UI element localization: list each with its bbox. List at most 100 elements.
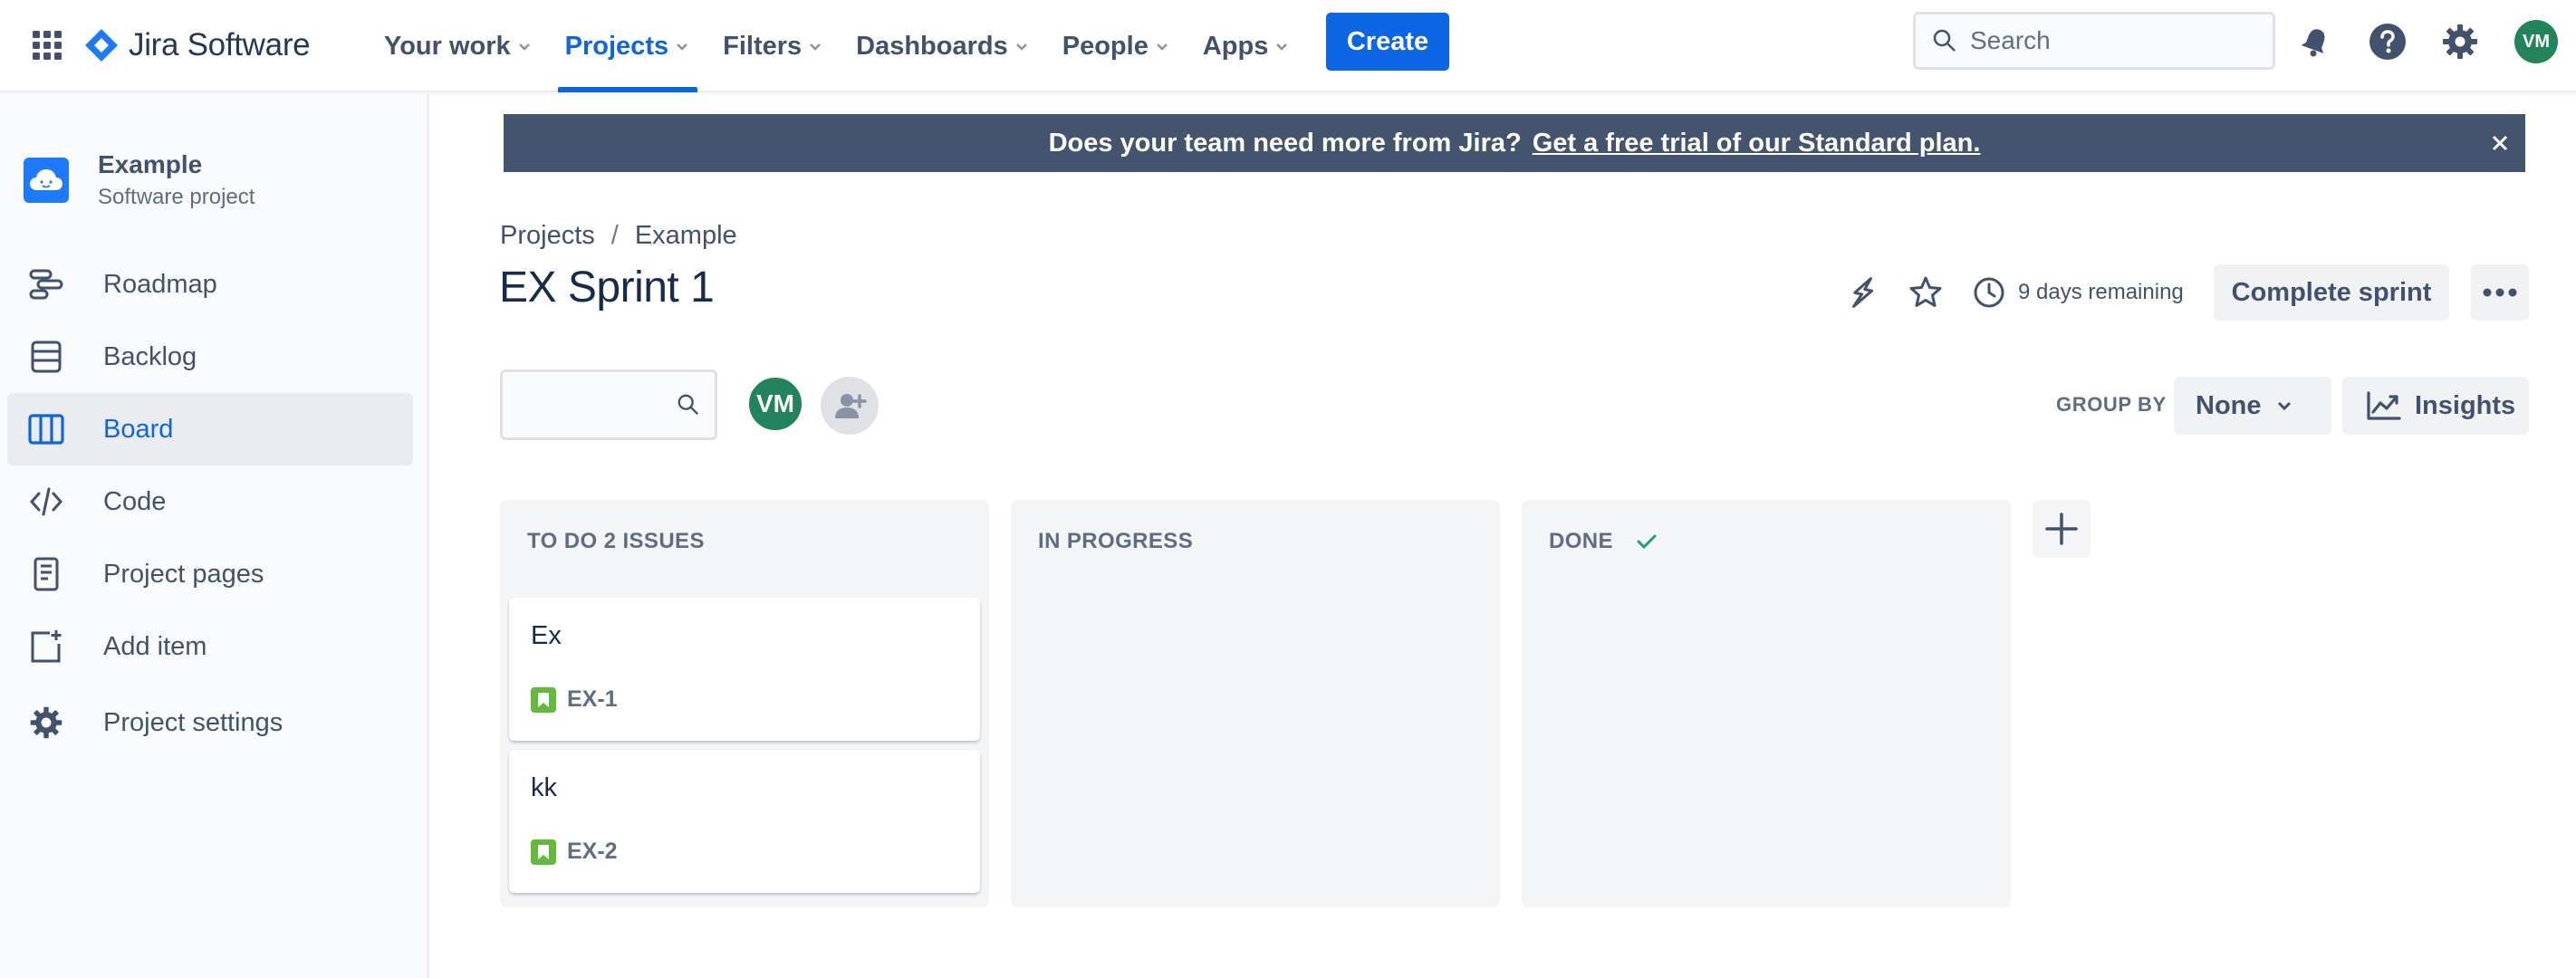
add-person-icon xyxy=(835,394,867,418)
sidebar-item-project-settings[interactable]: Project settings xyxy=(7,686,413,759)
issue-key[interactable]: EX-2 xyxy=(567,839,618,865)
chevron-down-icon xyxy=(810,43,822,51)
sidebar-item-add-item[interactable]: Add item xyxy=(7,610,413,683)
insights-chart-icon xyxy=(2367,391,2401,420)
project-cloud-icon xyxy=(24,158,69,203)
plus-icon xyxy=(2045,513,2078,545)
project-sidebar: Example Software project Roadmap Backlog xyxy=(0,94,429,978)
close-icon[interactable] xyxy=(2487,130,2513,156)
nav-filters[interactable]: Filters xyxy=(712,0,834,92)
column-header: IN PROGRESS xyxy=(1038,529,1193,554)
story-icon xyxy=(531,839,556,865)
nav-projects[interactable]: Projects xyxy=(554,0,701,92)
sidebar-item-label: Roadmap xyxy=(103,269,217,299)
search-icon xyxy=(678,394,699,416)
sidebar-item-roadmap[interactable]: Roadmap xyxy=(7,248,413,321)
nav-dashboards[interactable]: Dashboards xyxy=(845,0,1041,92)
roadmap-icon xyxy=(27,265,65,303)
issue-card[interactable]: Ex EX-1 xyxy=(509,598,980,741)
insights-button[interactable]: Insights xyxy=(2342,377,2529,435)
group-by-value: None xyxy=(2196,390,2262,420)
settings-icon[interactable] xyxy=(2438,20,2482,63)
column-header: TO DO 2 ISSUES xyxy=(527,529,705,554)
sidebar-item-label: Backlog xyxy=(103,341,197,371)
sidebar-item-backlog[interactable]: Backlog xyxy=(7,321,413,393)
search-icon xyxy=(1933,29,1956,52)
project-header[interactable]: Example Software project xyxy=(24,150,255,210)
breadcrumb-example[interactable]: Example xyxy=(635,221,737,251)
days-remaining: 9 days remaining xyxy=(2018,280,2184,304)
issue-summary: kk xyxy=(531,773,557,802)
pages-icon xyxy=(27,555,65,593)
sidebar-item-label: Project settings xyxy=(103,707,284,737)
nav-apps[interactable]: Apps xyxy=(1192,0,1302,92)
sidebar-item-project-pages[interactable]: Project pages xyxy=(7,538,413,610)
user-avatar[interactable]: VM xyxy=(2514,20,2558,63)
app-name: Jira Software xyxy=(129,27,311,62)
sidebar-item-label: Board xyxy=(103,414,174,444)
automation-icon[interactable] xyxy=(1841,271,1884,314)
board-icon xyxy=(27,410,65,448)
checkmark-icon xyxy=(1637,534,1657,550)
column-title: TO DO 2 ISSUES xyxy=(527,529,705,553)
insights-label: Insights xyxy=(2415,390,2516,420)
backlog-icon xyxy=(27,338,65,376)
assignee-avatar-filter[interactable]: VM xyxy=(746,375,804,433)
breadcrumb: Projects / Example xyxy=(500,221,737,251)
nav-label: Projects xyxy=(564,31,669,61)
chevron-down-icon xyxy=(2277,401,2292,411)
complete-sprint-button[interactable]: Complete sprint xyxy=(2214,264,2449,321)
breadcrumb-separator: / xyxy=(610,221,619,250)
nav-your-work[interactable]: Your work xyxy=(373,0,543,92)
sidebar-item-board[interactable]: Board xyxy=(7,393,413,465)
jira-logo[interactable]: Jira Software xyxy=(83,20,311,71)
board-search-field[interactable] xyxy=(500,369,717,440)
search-input[interactable] xyxy=(1970,26,2260,55)
issue-card[interactable]: kk EX-2 xyxy=(509,750,980,893)
nav-label: Dashboards xyxy=(856,31,1008,61)
add-item-icon xyxy=(27,628,65,666)
chevron-down-icon xyxy=(1015,43,1027,51)
board-column-done: DONE xyxy=(1522,500,2011,907)
chevron-down-icon xyxy=(677,43,687,51)
star-icon[interactable] xyxy=(1904,271,1947,314)
more-icon xyxy=(2483,288,2517,297)
project-type: Software project xyxy=(98,185,255,209)
code-icon xyxy=(27,483,65,521)
nav-label: People xyxy=(1062,31,1149,61)
add-people-button[interactable] xyxy=(821,377,879,435)
notifications-icon[interactable] xyxy=(2293,20,2337,63)
chevron-down-icon xyxy=(1156,43,1168,51)
sidebar-item-code[interactable]: Code xyxy=(7,465,413,538)
page-title: EX Sprint 1 xyxy=(499,264,715,312)
create-button[interactable]: Create xyxy=(1326,13,1449,71)
story-icon xyxy=(531,686,556,713)
project-name: Example xyxy=(98,150,203,178)
primary-nav: Your work Projects Filters Dashboards Pe… xyxy=(373,0,1312,92)
issue-summary: Ex xyxy=(531,621,562,650)
gear-icon xyxy=(27,704,65,742)
column-header: DONE xyxy=(1549,529,1657,554)
clock-icon xyxy=(1967,271,2011,314)
breadcrumb-projects[interactable]: Projects xyxy=(500,221,595,251)
issue-key[interactable]: EX-1 xyxy=(567,686,618,713)
nav-label: Your work xyxy=(384,31,511,61)
help-icon[interactable] xyxy=(2366,20,2409,63)
chevron-down-icon xyxy=(518,43,530,51)
nav-label: Filters xyxy=(723,31,803,61)
group-by-label: GROUP BY xyxy=(2056,393,2167,416)
search-field[interactable] xyxy=(1913,12,2275,70)
board-column-in-progress: IN PROGRESS xyxy=(1011,500,1500,907)
group-by-select[interactable]: None xyxy=(2174,377,2331,435)
sidebar-nav: Roadmap Backlog Board Code Project pages… xyxy=(7,248,413,759)
sidebar-item-label: Add item xyxy=(103,631,207,661)
board-search-input[interactable] xyxy=(512,381,666,428)
board-column-todo: TO DO 2 ISSUES Ex EX-1 kk EX-2 xyxy=(500,500,989,907)
banner-trial-link[interactable]: Get a free trial of our Standard plan. xyxy=(1533,129,1981,158)
more-actions-button[interactable] xyxy=(2471,264,2529,321)
column-title: DONE xyxy=(1549,529,1613,553)
app-switcher-icon[interactable] xyxy=(27,25,67,65)
add-column-button[interactable] xyxy=(2033,500,2091,558)
top-navigation: Jira Software Your work Projects Filters… xyxy=(0,0,2576,92)
nav-people[interactable]: People xyxy=(1052,0,1181,92)
